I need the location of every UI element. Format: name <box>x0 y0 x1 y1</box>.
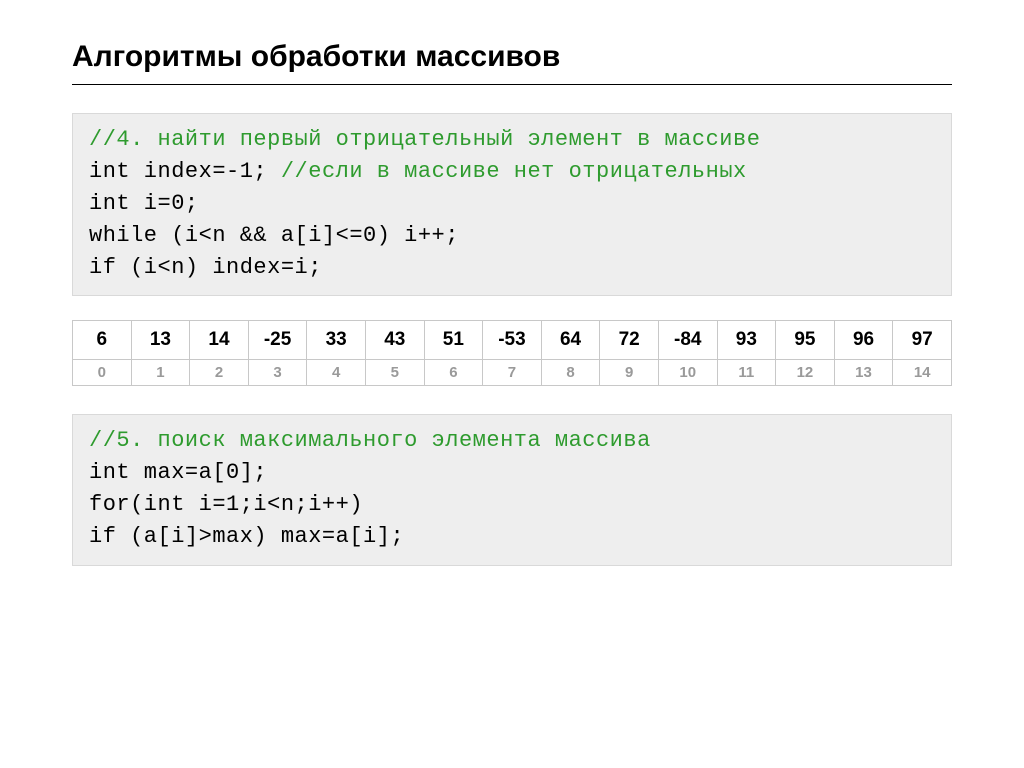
array-value: 93 <box>717 321 776 360</box>
title-divider <box>72 84 952 85</box>
array-value: -84 <box>658 321 717 360</box>
array-index: 0 <box>73 360 132 386</box>
array-index: 1 <box>131 360 190 386</box>
array-index: 8 <box>541 360 600 386</box>
code-line: for(int i=1;i<n;i++) <box>89 492 363 517</box>
array-index: 3 <box>248 360 307 386</box>
array-value: 51 <box>424 321 483 360</box>
array-index: 2 <box>190 360 249 386</box>
array-value: 96 <box>834 321 893 360</box>
array-index: 4 <box>307 360 366 386</box>
slide-title: Алгоритмы обработки массивов <box>72 40 952 74</box>
array-index: 7 <box>483 360 542 386</box>
array-value: 97 <box>893 321 952 360</box>
array-index: 6 <box>424 360 483 386</box>
code-line: if (i<n) index=i; <box>89 255 322 280</box>
array-index: 9 <box>600 360 659 386</box>
code-comment: //если в массиве нет отрицательных <box>281 159 747 184</box>
code-line: int max=a[0]; <box>89 460 267 485</box>
code-block-2: //5. поиск максимального элемента массив… <box>72 414 952 566</box>
array-table: 6 13 14 -25 33 43 51 -53 64 72 -84 93 95… <box>72 320 952 386</box>
array-index: 11 <box>717 360 776 386</box>
code-line: int i=0; <box>89 191 199 216</box>
code-line: if (a[i]>max) max=a[i]; <box>89 524 404 549</box>
array-index: 12 <box>776 360 835 386</box>
array-value: 64 <box>541 321 600 360</box>
array-value: 33 <box>307 321 366 360</box>
array-index: 14 <box>893 360 952 386</box>
array-value: -53 <box>483 321 542 360</box>
code-line: while (i<n && a[i]<=0) i++; <box>89 223 459 248</box>
array-value: 14 <box>190 321 249 360</box>
array-value: -25 <box>248 321 307 360</box>
array-index: 13 <box>834 360 893 386</box>
table-row-values: 6 13 14 -25 33 43 51 -53 64 72 -84 93 95… <box>73 321 952 360</box>
table-row-indices: 0 1 2 3 4 5 6 7 8 9 10 11 12 13 14 <box>73 360 952 386</box>
array-index: 5 <box>365 360 424 386</box>
array-value: 43 <box>365 321 424 360</box>
array-value: 95 <box>776 321 835 360</box>
array-value: 13 <box>131 321 190 360</box>
code-block-1: //4. найти первый отрицательный элемент … <box>72 113 952 296</box>
array-value: 6 <box>73 321 132 360</box>
code-comment: //5. поиск максимального элемента массив… <box>89 428 651 453</box>
array-value: 72 <box>600 321 659 360</box>
array-index: 10 <box>658 360 717 386</box>
code-line: int index=-1; <box>89 159 281 184</box>
code-comment: //4. найти первый отрицательный элемент … <box>89 127 760 152</box>
